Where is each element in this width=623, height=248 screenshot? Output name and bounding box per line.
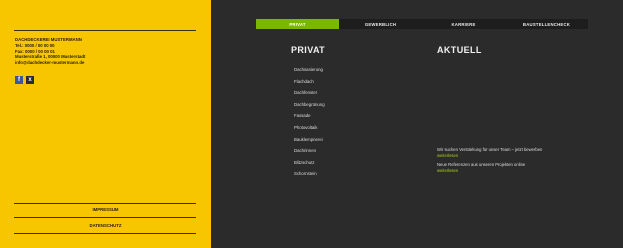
privat-item[interactable]: Dachbegrünung — [294, 102, 325, 114]
main-panel: PRIVAT GEWERBLICH KARRIERE BAUSTELLENCHE… — [211, 0, 623, 248]
tab-gewerblich[interactable]: GEWERBLICH — [339, 19, 422, 29]
divider — [14, 203, 196, 204]
news-item: Wir suchen Verstärkung für unser Team – … — [437, 147, 597, 159]
news-read-more-link[interactable]: weiterlesen — [437, 168, 597, 174]
tab-karriere[interactable]: KARRIERE — [422, 19, 505, 29]
privat-item[interactable]: Dachsanierung — [294, 67, 325, 79]
divider — [14, 233, 196, 234]
impressum-link[interactable]: IMPRESSUM — [0, 207, 211, 212]
divider — [14, 217, 196, 218]
social-links: f x — [15, 76, 34, 84]
privat-item[interactable]: Schornstein — [294, 171, 325, 183]
datenschutz-link[interactable]: DATENSCHUTZ — [0, 223, 211, 228]
xing-icon[interactable]: x — [26, 76, 34, 84]
privat-item[interactable]: Dachrinnen — [294, 148, 325, 160]
contact-block: DACHDECKEREI MUSTERMANN Tel.: 0000 / 00 … — [15, 37, 200, 66]
tab-privat[interactable]: PRIVAT — [256, 19, 339, 29]
divider — [14, 30, 196, 31]
tab-bar: PRIVAT GEWERBLICH KARRIERE BAUSTELLENCHE… — [256, 19, 588, 29]
privat-heading: PRIVAT — [291, 45, 326, 55]
tab-baustellencheck[interactable]: BAUSTELLENCHECK — [505, 19, 588, 29]
privat-list: Dachsanierung Flachdach Dachfenster Dach… — [294, 67, 325, 183]
privat-item[interactable]: Dachfenster — [294, 90, 325, 102]
facebook-icon[interactable]: f — [15, 76, 23, 84]
left-panel: DACHDECKEREI MUSTERMANN Tel.: 0000 / 00 … — [0, 0, 211, 248]
privat-item[interactable]: Flachdach — [294, 79, 325, 91]
aktuell-heading: AKTUELL — [437, 45, 482, 55]
news-list: Wir suchen Verstärkung für unser Team – … — [437, 147, 597, 177]
news-read-more-link[interactable]: weiterlesen — [437, 153, 597, 159]
privat-item[interactable]: Fassade — [294, 113, 325, 125]
news-item: Neue Referenzen aus unseren Projekten on… — [437, 162, 597, 174]
privat-item[interactable]: Bauklempnerei — [294, 137, 325, 149]
privat-item[interactable]: Photovoltaik — [294, 125, 325, 137]
contact-line: info@dachdecker-mustermann.de — [15, 60, 85, 66]
privat-item[interactable]: Blitzschutz — [294, 160, 325, 172]
